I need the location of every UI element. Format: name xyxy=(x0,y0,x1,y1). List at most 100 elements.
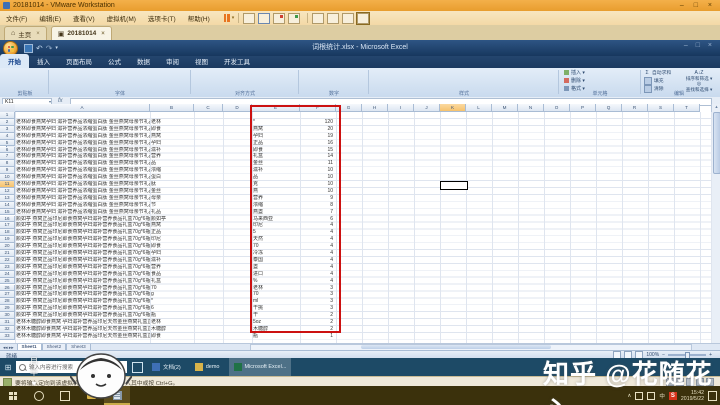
redo-icon[interactable]: ↷ xyxy=(46,44,53,53)
column-header-P[interactable]: P xyxy=(570,104,596,112)
row-header-7[interactable]: 7 xyxy=(0,153,15,160)
cell-B19[interactable]: 印尼 xyxy=(151,236,194,243)
qat-dropdown-icon[interactable]: ▾ xyxy=(55,45,58,51)
vmware-menu-item-4[interactable]: 选项卡(T) xyxy=(142,13,182,23)
cell-A29[interactable]: 颜如亭 燕窝正品印尼即食燕窝孕妇滋补营养食品礼盒70g*6瓶 xyxy=(16,305,150,312)
horizontal-scrollbar-thumb[interactable] xyxy=(361,345,551,349)
cell-A6[interactable]: 老林即食燕窝孕妇 滋补营养品浓缩蛋白肽 金丝燕窝母亲节礼品 xyxy=(16,147,150,154)
row-header-26[interactable]: 26 xyxy=(0,285,15,292)
column-header-C[interactable]: C xyxy=(194,104,223,112)
vm-app-Microsoft Excel...[interactable]: Microsoft Excel... xyxy=(229,358,292,376)
cells-删除-button[interactable]: 删除 ▾ xyxy=(564,77,624,84)
cell-A14[interactable]: 老林即食燕窝孕妇 滋补营养品浓缩蛋白肽 金丝燕窝母亲节礼品 xyxy=(16,202,150,209)
row-header-17[interactable]: 17 xyxy=(0,222,15,229)
row-header-6[interactable]: 6 xyxy=(0,147,15,154)
row-header-11[interactable]: 11 xyxy=(0,181,15,188)
cell-B18[interactable]: 正品 xyxy=(151,229,194,236)
row-header-10[interactable]: 10 xyxy=(0,174,15,181)
cells-插入-button[interactable]: 插入 ▾ xyxy=(564,69,624,76)
revert-snapshot-icon[interactable] xyxy=(288,13,300,24)
cell-A13[interactable]: 老林即食燕窝孕妇 滋补营养品浓缩蛋白肽 金丝燕窝母亲节礼品 xyxy=(16,195,150,202)
cell-B9[interactable]: 浓缩 xyxy=(151,167,194,174)
cell-A16[interactable]: 颜如亭 燕窝正品印尼即食燕窝孕妇滋补营养食品礼盒70g*6瓶 xyxy=(16,216,150,223)
cell-A20[interactable]: 颜如亭 燕窝正品印尼即食燕窝孕妇滋补营养食品礼盒70g*6瓶 xyxy=(16,243,150,250)
vm-tab-close-icon[interactable]: × xyxy=(36,31,40,37)
row-header-25[interactable]: 25 xyxy=(0,278,15,285)
vmware-menu-item-5[interactable]: 帮助(H) xyxy=(182,13,216,23)
cell-A24[interactable]: 颜如亭 燕窝正品印尼即食燕窝孕妇滋补营养食品礼盒70g*6瓶 xyxy=(16,271,150,278)
editing-填充-button[interactable]: 填充 xyxy=(644,77,680,84)
vmware-menu-item-2[interactable]: 查看(V) xyxy=(67,13,101,23)
cell-A22[interactable]: 颜如亭 燕窝正品印尼即食燕窝孕妇滋补营养食品礼盒70g*6瓶 xyxy=(16,257,150,264)
cell-B25[interactable]: 礼盒 xyxy=(151,278,194,285)
vmware-menu-item-1[interactable]: 编辑(E) xyxy=(33,13,67,23)
cell-B23[interactable]: 营养 xyxy=(151,264,194,271)
cell-B3[interactable]: 即食 xyxy=(151,126,194,133)
row-header-21[interactable]: 21 xyxy=(0,250,15,257)
row-header-29[interactable]: 29 xyxy=(0,305,15,312)
cell-B15[interactable]: 礼品 xyxy=(151,209,194,216)
column-header-S[interactable]: S xyxy=(648,104,674,112)
row-header-14[interactable]: 14 xyxy=(0,202,15,209)
excel-window-controls[interactable]: – □ × xyxy=(684,42,715,49)
editing-自动求和-button[interactable]: Σ自动求和 xyxy=(644,69,680,76)
cell-B14[interactable]: 节 xyxy=(151,202,194,209)
cell-B4[interactable]: 燕窝 xyxy=(151,133,194,140)
row-header-20[interactable]: 20 xyxy=(0,243,15,250)
cell-B8[interactable]: 品 xyxy=(151,160,194,167)
send-ctrl-alt-del-icon[interactable] xyxy=(243,13,255,24)
cell-A18[interactable]: 颜如亭 燕窝正品印尼即食燕窝孕妇滋补营养食品礼盒70g*6瓶 xyxy=(16,229,150,236)
column-header-N[interactable]: N xyxy=(518,104,544,112)
cell-A10[interactable]: 老林即食燕窝孕妇 滋补营养品浓缩蛋白肽 金丝燕窝母亲节礼品 xyxy=(16,174,150,181)
row-header-13[interactable]: 13 xyxy=(0,195,15,202)
cell-A11[interactable]: 老林即食燕窝孕妇 滋补营养品浓缩蛋白肽 金丝燕窝母亲节礼品 xyxy=(16,181,150,188)
row-header-24[interactable]: 24 xyxy=(0,271,15,278)
cell-B33[interactable]: 即食 xyxy=(151,333,194,340)
row-header-9[interactable]: 9 xyxy=(0,167,15,174)
column-header-J[interactable]: J xyxy=(414,104,440,112)
column-header-I[interactable]: I xyxy=(388,104,414,112)
cell-B24[interactable]: 食品 xyxy=(151,271,194,278)
host-start-button[interactable] xyxy=(0,386,26,405)
column-header-A[interactable]: A xyxy=(15,104,150,112)
cell-B12[interactable]: 金丝 xyxy=(151,188,194,195)
vmware-menu-item-0[interactable]: 文件(F) xyxy=(0,13,33,23)
cell-A27[interactable]: 颜如亭 燕窝正品印尼即食燕窝孕妇滋补营养食品礼盒70g*6瓶 xyxy=(16,291,150,298)
column-header-D[interactable]: D xyxy=(223,104,252,112)
vm-app-demo[interactable]: demo xyxy=(190,358,225,376)
column-header-K[interactable]: K xyxy=(440,104,466,112)
pause-dropdown-icon[interactable]: ▾ xyxy=(232,15,235,21)
column-header-L[interactable]: L xyxy=(466,104,492,112)
cell-B21[interactable]: 孕妇 xyxy=(151,250,194,257)
cell-A21[interactable]: 颜如亭 燕窝正品印尼即食燕窝孕妇滋补营养食品礼盒70g*6瓶 xyxy=(16,250,150,257)
ribbon-tab-开发工具[interactable]: 开发工具 xyxy=(216,54,258,68)
column-header-R[interactable]: R xyxy=(622,104,648,112)
column-header-B[interactable]: B xyxy=(150,104,194,112)
cell-B5[interactable]: 孕妇 xyxy=(151,140,194,147)
vmware-tab-20181014[interactable]: ▣20181014× xyxy=(51,26,112,40)
ribbon-tab-页面布局[interactable]: 页面布局 xyxy=(58,54,100,68)
cell-B11[interactable]: 肽 xyxy=(151,181,194,188)
cell-F33[interactable]: 1 xyxy=(300,333,333,340)
cell-B17[interactable]: 燕窝 xyxy=(151,222,194,229)
cell-A9[interactable]: 老林即食燕窝孕妇 滋补营养品浓缩蛋白肽 金丝燕窝母亲节礼品 xyxy=(16,167,150,174)
row-header-23[interactable]: 23 xyxy=(0,264,15,271)
column-header-M[interactable]: M xyxy=(492,104,518,112)
cell-A28[interactable]: 颜如亭 燕窝正品印尼即食燕窝孕妇滋补营养食品礼盒70g*6瓶 xyxy=(16,298,150,305)
snapshot-clock-icon[interactable] xyxy=(258,13,270,24)
cell-B7[interactable]: 营养 xyxy=(151,153,194,160)
row-header-31[interactable]: 31 xyxy=(0,319,15,326)
row-header-2[interactable]: 2 xyxy=(0,119,15,126)
ribbon-tab-公式[interactable]: 公式 xyxy=(100,54,129,68)
row-header-32[interactable]: 32 xyxy=(0,326,15,333)
row-header-33[interactable]: 33 xyxy=(0,333,15,340)
row-header-3[interactable]: 3 xyxy=(0,126,15,133)
cell-A3[interactable]: 老林即食燕窝孕妇 滋补营养品浓缩蛋白肽 金丝燕窝母亲节礼品 xyxy=(16,126,150,133)
cell-B13[interactable]: 母亲 xyxy=(151,195,194,202)
cell-A33[interactable]: 老林木糖醇即食燕窝 孕妇滋补营养品印尼天然金丝燕窝礼盒正品75g xyxy=(16,333,150,340)
ribbon-tab-审阅[interactable]: 审阅 xyxy=(158,54,187,68)
cell-B16[interactable]: 颜如亭 xyxy=(151,216,194,223)
row-header-12[interactable]: 12 xyxy=(0,188,15,195)
cell-B28[interactable]: * xyxy=(151,298,194,305)
ribbon-tab-开始[interactable]: 开始 xyxy=(0,54,29,68)
